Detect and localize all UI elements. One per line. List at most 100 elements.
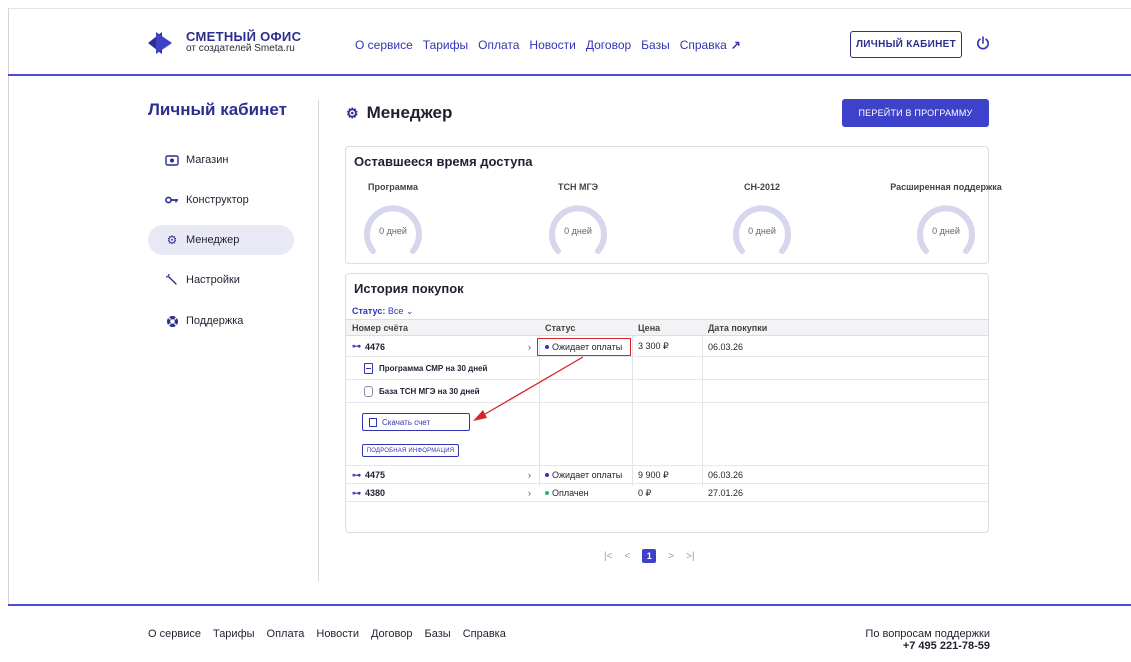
order-status-text: Оплачен xyxy=(552,488,589,498)
support-phone[interactable]: +7 495 221-78-59 xyxy=(820,640,990,652)
gauge-ring: 0 дней xyxy=(733,205,791,254)
database-icon xyxy=(364,386,373,397)
table-header: Номер счёта Статус Цена Дата покупки xyxy=(346,319,988,336)
chevron-down-icon: ⌄ xyxy=(405,306,414,316)
sidebar-item-label: Поддержка xyxy=(186,315,244,327)
order-line-item: База ТСН МГЭ на 30 дней xyxy=(346,381,988,403)
gauge-ring: 0 дней xyxy=(549,205,607,254)
page-title-text: Менеджер xyxy=(366,103,453,122)
sidebar-item-support[interactable]: Поддержка xyxy=(148,306,294,336)
order-number-text: 4475 xyxy=(365,470,386,480)
nav-payment[interactable]: Оплата xyxy=(478,38,519,52)
col-order-number: Номер счёта xyxy=(352,322,408,333)
footer-link-bases[interactable]: Базы xyxy=(425,628,451,640)
order-number-text: 4476 xyxy=(365,341,386,352)
nav-news[interactable]: Новости xyxy=(529,38,575,52)
last-page-icon[interactable]: >| xyxy=(686,551,694,562)
gauge-tsn-mge: ТСН МГЭ 0 дней xyxy=(518,171,638,259)
gauge-value: 0 дней xyxy=(564,226,592,236)
order-number-text: 4380 xyxy=(365,488,386,498)
sidebar-item-manager[interactable]: ⚙ Менеджер xyxy=(148,225,294,255)
gear-icon: ⚙ xyxy=(166,233,178,247)
gauge-label: СН-2012 xyxy=(743,182,781,192)
document-icon xyxy=(364,363,373,374)
footer-divider xyxy=(8,604,1131,606)
sidebar-item-label: Конструктор xyxy=(186,194,249,206)
sidebar-item-label: Магазин xyxy=(186,154,229,166)
sidebar-item-label: Настройки xyxy=(186,274,240,286)
download-invoice-button[interactable]: Скачать счет xyxy=(362,413,470,431)
table-row[interactable]: ⊶ 4380 › Оплачен 0 ₽ 27.01.26 xyxy=(346,485,988,502)
nav-help-label: Справка xyxy=(679,38,727,52)
key-icon: ⊶ xyxy=(352,341,361,351)
sidebar-divider xyxy=(318,100,319,582)
lifebuoy-icon xyxy=(164,315,180,328)
cabinet-button[interactable]: ЛИЧНЫЙ КАБИНЕТ xyxy=(850,31,962,58)
expand-chevron-icon[interactable]: › xyxy=(528,467,531,483)
table-row[interactable]: ⊶ 4475 › Ожидает оплаты 9 900 ₽ 06.03.26 xyxy=(346,467,988,484)
status-filter-value: Все xyxy=(387,306,404,316)
expand-chevron-icon[interactable]: › xyxy=(528,485,531,501)
order-date: 27.01.26 xyxy=(708,488,744,498)
gauge-ring: 0 дней xyxy=(917,205,975,254)
sidebar-item-shop[interactable]: Магазин xyxy=(148,145,294,175)
gauge-value: 0 дней xyxy=(748,226,776,236)
sidebar-item-constructor[interactable]: Конструктор xyxy=(148,185,294,215)
gauge-value: 0 дней xyxy=(379,226,407,236)
site-header: СМЕТНЫЙ ОФИС от создателей Smeta.ru О се… xyxy=(0,0,1131,76)
details-button[interactable]: ПОДРОБНАЯ ИНФОРМАЦИЯ xyxy=(362,444,459,457)
key-icon: ⊶ xyxy=(352,487,361,498)
key-icon xyxy=(164,196,180,204)
footer-link-news[interactable]: Новости xyxy=(316,628,359,640)
nav-help[interactable]: Справка ↗ xyxy=(680,38,741,52)
sidebar-title: Личный кабинет xyxy=(148,100,287,119)
footer-link-tariffs[interactable]: Тарифы xyxy=(213,628,255,640)
top-nav: О сервисе Тарифы Оплата Новости Договор … xyxy=(355,38,741,52)
gauge-program: Программа 0 дней xyxy=(333,171,453,259)
nav-tariffs[interactable]: Тарифы xyxy=(423,38,468,52)
order-line-item: Программа СМР на 30 дней xyxy=(346,358,988,380)
order-date: 06.03.26 xyxy=(708,470,744,480)
col-date: Дата покупки xyxy=(708,322,768,333)
footer-link-contract[interactable]: Договор xyxy=(371,628,413,640)
access-card-title: Оставшееся время доступа xyxy=(354,154,533,169)
line-item-label: Программа СМР на 30 дней xyxy=(379,364,488,373)
sidebar-item-settings[interactable]: Настройки xyxy=(148,265,294,295)
support-text: По вопросам поддержки xyxy=(865,628,990,640)
page-number-current[interactable]: 1 xyxy=(642,549,657,563)
external-link-icon: ↗ xyxy=(730,38,741,52)
support-contact: По вопросам поддержки +7 495 221-78-59 xyxy=(820,628,990,652)
line-item: Программа СМР на 30 дней xyxy=(364,358,487,379)
line-item-label: База ТСН МГЭ на 30 дней xyxy=(379,387,480,396)
order-status-text: Ожидает оплаты xyxy=(552,470,623,480)
status-dot xyxy=(545,473,549,477)
power-icon[interactable] xyxy=(975,35,991,51)
order-number: ⊶ 4475 xyxy=(352,467,385,483)
footer-link-help[interactable]: Справка xyxy=(463,628,506,640)
next-page-icon[interactable]: > xyxy=(668,551,674,562)
status-filter[interactable]: Статус: Все ⌄ xyxy=(352,306,413,317)
col-status: Статус xyxy=(545,322,576,333)
table-row[interactable]: ⊶ 4476 › Ожидает оплаты 3 300 ₽ 06.03.26 xyxy=(346,337,988,357)
purchase-history-card: История покупок Статус: Все ⌄ Номер счёт… xyxy=(345,273,989,533)
prev-page-icon[interactable]: < xyxy=(624,551,630,562)
order-number: ⊶ 4476 xyxy=(352,337,385,356)
logo-title: СМЕТНЫЙ ОФИС xyxy=(186,29,302,44)
expand-chevron-icon[interactable]: › xyxy=(528,337,531,356)
footer-link-about[interactable]: О сервисе xyxy=(148,628,201,640)
order-status: Ожидает оплаты xyxy=(545,467,622,483)
order-price: 3 300 ₽ xyxy=(638,341,669,351)
first-page-icon[interactable]: |< xyxy=(604,551,612,562)
logo[interactable]: СМЕТНЫЙ ОФИС от создателей Smeta.ru xyxy=(148,30,301,55)
nav-bases[interactable]: Базы xyxy=(641,38,670,52)
gear-icon: ⚙ xyxy=(346,104,359,121)
logo-icon xyxy=(148,31,178,54)
footer-link-payment[interactable]: Оплата xyxy=(267,628,305,640)
nav-contract[interactable]: Договор xyxy=(586,38,631,52)
gauge-sn-2012: СН-2012 0 дней xyxy=(702,171,822,259)
nav-about[interactable]: О сервисе xyxy=(355,38,413,52)
go-to-program-button[interactable]: ПЕРЕЙТИ В ПРОГРАММУ xyxy=(842,99,989,127)
status-highlight-box xyxy=(537,338,631,356)
download-invoice-label: Скачать счет xyxy=(382,417,431,427)
page-title: ⚙ Менеджер xyxy=(346,103,452,123)
